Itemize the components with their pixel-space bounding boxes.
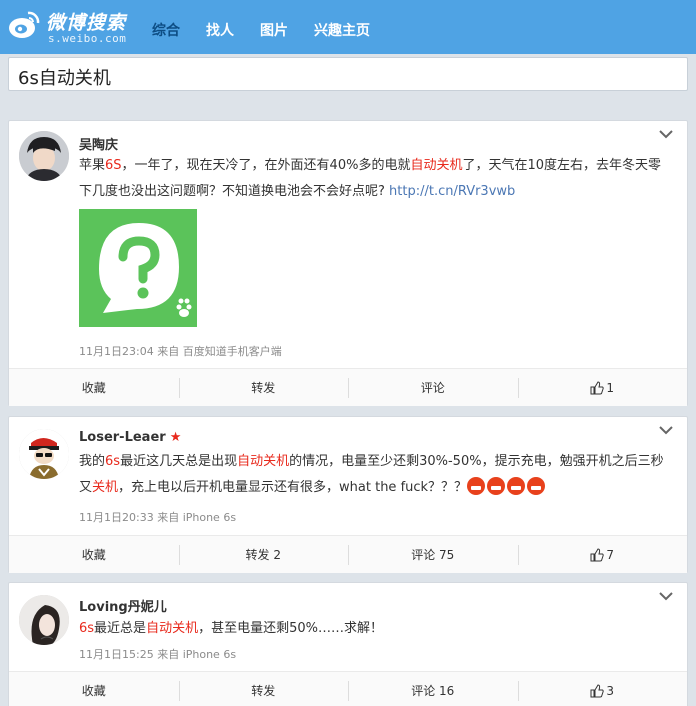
logo-title: 微博搜索 [46, 12, 127, 34]
keyword-highlight: 6S [105, 158, 122, 173]
search-input[interactable]: 6s自动关机 [8, 57, 688, 91]
comment-button[interactable]: 评论 75 [348, 536, 518, 573]
post-card: Loser-Leaer ★ 我的6s最近这几天总是出现自动关机的情况，电量至少还剩… [8, 416, 688, 573]
thumbs-up-icon [590, 547, 605, 561]
keyword-highlight: 6s [79, 621, 95, 636]
keyword-highlight: 关机 [92, 480, 119, 495]
post-meta: 11月1日15:25 来自 iPhone 6s [79, 648, 237, 661]
chevron-down-icon[interactable] [659, 425, 673, 435]
text-segment: ，充上电以后开机电量显示还有很多，what the fuck？？？ [118, 480, 468, 495]
username[interactable]: Loser-Leaer ★ [79, 430, 181, 445]
action-bar: 收藏 转发 2 评论 75 7 [9, 535, 687, 573]
angry-emoji-icon [527, 477, 546, 495]
comment-button[interactable]: 评论 16 [348, 672, 518, 706]
angry-emoji-icon [487, 477, 506, 495]
post-text: 6s最近总是自动关机，甚至电量还剩50%……求解！ [79, 616, 673, 642]
search-query: 6s自动关机 [18, 68, 111, 89]
post-card: Loving丹妮儿 6s最近总是自动关机，甚至电量还剩50%……求解！ 11月1… [8, 582, 688, 706]
verified-star-icon: ★ [169, 430, 182, 445]
weibo-logo-icon [9, 11, 40, 38]
favorite-button[interactable]: 收藏 [9, 536, 179, 573]
action-bar: 收藏 转发 评论 1 [9, 368, 687, 406]
like-count: 1 [606, 380, 615, 395]
post-card: 吴陶庆 苹果6S，一年了，现在天冷了，在外面还有40%多的电就自动关机了，天气在… [8, 120, 688, 406]
keyword-highlight: 自动关机 [146, 621, 199, 636]
like-count: 7 [606, 547, 615, 562]
text-segment: 最近这几天总是出现 [120, 454, 238, 469]
angry-emoji-icon [467, 477, 486, 495]
avatar[interactable] [19, 131, 69, 181]
avatar[interactable] [19, 595, 69, 645]
angry-emoji-icon [507, 477, 526, 495]
like-button[interactable]: 1 [517, 369, 688, 406]
short-link[interactable]: http://t.cn/RVr3vwb [389, 184, 515, 199]
keyword-highlight: 自动关机 [237, 454, 290, 469]
username[interactable]: 吴陶庆 [79, 134, 118, 153]
question-mark-image[interactable] [79, 209, 197, 327]
comment-button[interactable]: 评论 [348, 369, 518, 406]
user-avatar-icon [19, 595, 69, 645]
weibo-search-logo[interactable]: 微博搜索 s.weibo.com [8, 6, 148, 48]
user-avatar-icon [19, 131, 69, 181]
main-nav: 综合 找人 图片 兴趣主页 [148, 20, 392, 40]
like-button[interactable]: 7 [517, 536, 688, 573]
text-segment: ，甚至电量还剩50%……求解！ [198, 621, 383, 636]
chevron-down-icon[interactable] [659, 129, 673, 139]
nav-tab-comprehensive[interactable]: 综合 [148, 20, 184, 40]
action-bar: 收藏 转发 评论 16 3 [9, 671, 687, 706]
avatar[interactable] [19, 429, 69, 479]
username-text: Loser-Leaer [79, 430, 166, 445]
logo-url: s.weibo.com [48, 32, 127, 45]
repost-button[interactable]: 转发 [178, 369, 349, 406]
text-segment: 最近总是 [94, 621, 147, 636]
text-segment: 我的 [79, 454, 106, 469]
text-segment: 苹果 [79, 158, 106, 173]
post-meta: 11月1日20:33 来自 iPhone 6s [79, 511, 237, 524]
nav-tab-find-people[interactable]: 找人 [202, 20, 238, 40]
thumbs-up-icon [590, 683, 605, 697]
repost-button[interactable]: 转发 2 [178, 536, 349, 573]
username[interactable]: Loving丹妮儿 [79, 596, 167, 615]
user-avatar-icon [19, 429, 69, 479]
favorite-button[interactable]: 收藏 [9, 369, 179, 406]
favorite-button[interactable]: 收藏 [9, 672, 179, 706]
repost-button[interactable]: 转发 [178, 672, 349, 706]
post-meta: 11月1日23:04 来自 百度知道手机客户端 [79, 345, 282, 358]
nav-tab-images[interactable]: 图片 [256, 20, 292, 40]
keyword-highlight: 自动关机 [410, 158, 463, 173]
post-text: 苹果6S，一年了，现在天冷了，在外面还有40%多的电就自动关机了，天气在10度左… [79, 153, 673, 205]
top-bar: 微博搜索 s.weibo.com 综合 找人 图片 兴趣主页 [0, 0, 696, 54]
like-button[interactable]: 3 [517, 672, 688, 706]
thumbs-up-icon [590, 380, 605, 394]
like-count: 3 [606, 683, 615, 698]
text-segment: ，一年了，现在天冷了，在外面还有40%多的电就 [121, 158, 411, 173]
chevron-down-icon[interactable] [659, 591, 673, 601]
nav-tab-interest-pages[interactable]: 兴趣主页 [310, 20, 374, 40]
post-text: 我的6s最近这几天总是出现自动关机的情况，电量至少还剩30%-50%，提示充电，… [79, 449, 673, 501]
keyword-highlight: 6s [105, 454, 121, 469]
